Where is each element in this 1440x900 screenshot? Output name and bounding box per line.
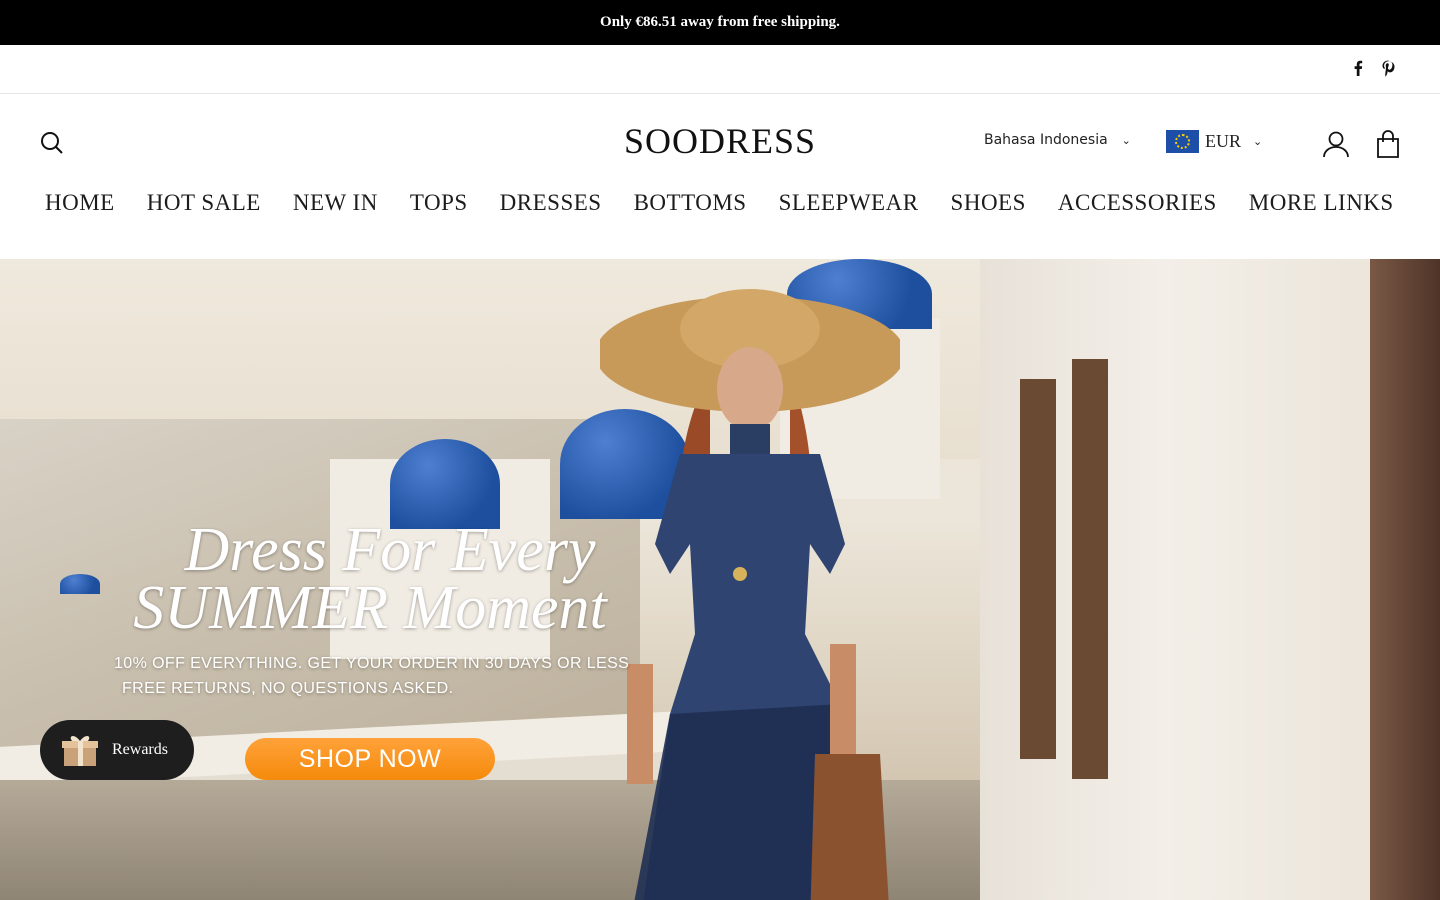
hero-subtitle-line1: 10% OFF EVERYTHING. GET YOUR ORDER IN 30…	[114, 655, 630, 672]
hero-banner[interactable]: Dress For Every SUMMER Moment 10% OFF EV…	[0, 259, 1440, 900]
currency-selector[interactable]: EUR ⌄	[1166, 130, 1262, 153]
chevron-down-icon: ⌄	[1253, 135, 1263, 148]
nav-item-tops[interactable]: TOPS	[410, 190, 468, 216]
site-header: SOODRESS Bahasa Indonesia ⌄ EUR ⌄ HOME H…	[0, 94, 1440, 259]
nav-item-dresses[interactable]: DRESSES	[500, 190, 602, 216]
gift-box-icon	[60, 730, 100, 770]
rewards-button[interactable]: Rewards	[40, 720, 194, 780]
cart-icon[interactable]	[1376, 130, 1400, 158]
nav-item-hot-sale[interactable]: HOT SALE	[147, 190, 261, 216]
nav-item-accessories[interactable]: ACCESSORIES	[1058, 190, 1217, 216]
announcement-text: Only €86.51 away from free shipping.	[600, 14, 840, 30]
hero-model-image	[600, 289, 900, 900]
nav-item-home[interactable]: HOME	[45, 190, 115, 216]
hero-title-line1: Dress For Every	[184, 516, 596, 584]
social-bar	[0, 45, 1440, 94]
hero-title-line2: SUMMER Moment	[133, 574, 607, 642]
rewards-label: Rewards	[112, 741, 168, 758]
facebook-icon[interactable]	[1350, 59, 1366, 77]
language-label: Bahasa Indonesia	[984, 132, 1108, 148]
eu-flag-icon	[1166, 130, 1199, 153]
hero-dome	[60, 574, 100, 594]
nav-item-more-links[interactable]: MORE LINKS	[1249, 190, 1394, 216]
nav-item-bottoms[interactable]: BOTTOMS	[634, 190, 747, 216]
nav-item-shoes[interactable]: SHOES	[951, 190, 1026, 216]
chevron-down-icon: ⌄	[1121, 133, 1131, 147]
language-selector[interactable]: Bahasa Indonesia ⌄	[984, 132, 1131, 148]
nav-item-sleepwear[interactable]: SLEEPWEAR	[779, 190, 919, 216]
hero-door	[1072, 359, 1108, 779]
announcement-bar: Only €86.51 away from free shipping.	[0, 0, 1440, 45]
hero-door	[1370, 259, 1440, 900]
pinterest-icon[interactable]	[1380, 59, 1396, 77]
main-nav: HOME HOT SALE NEW IN TOPS DRESSES BOTTOM…	[45, 190, 1394, 216]
hero-cobblestone-path	[0, 780, 1100, 900]
hero-door	[1020, 379, 1056, 759]
hero-subtitle: 10% OFF EVERYTHING. GET YOUR ORDER IN 30…	[100, 651, 640, 701]
account-icon[interactable]	[1322, 130, 1350, 158]
currency-label: EUR	[1205, 131, 1241, 151]
hero-title: Dress For Every SUMMER Moment	[100, 516, 640, 642]
hero-subtitle-line2: FREE RETURNS, NO QUESTIONS ASKED.	[122, 680, 454, 697]
hero-text-block: Dress For Every SUMMER Moment 10% OFF EV…	[100, 516, 640, 701]
nav-item-new-in[interactable]: NEW IN	[293, 190, 378, 216]
shop-now-button[interactable]: SHOP NOW	[245, 738, 495, 780]
